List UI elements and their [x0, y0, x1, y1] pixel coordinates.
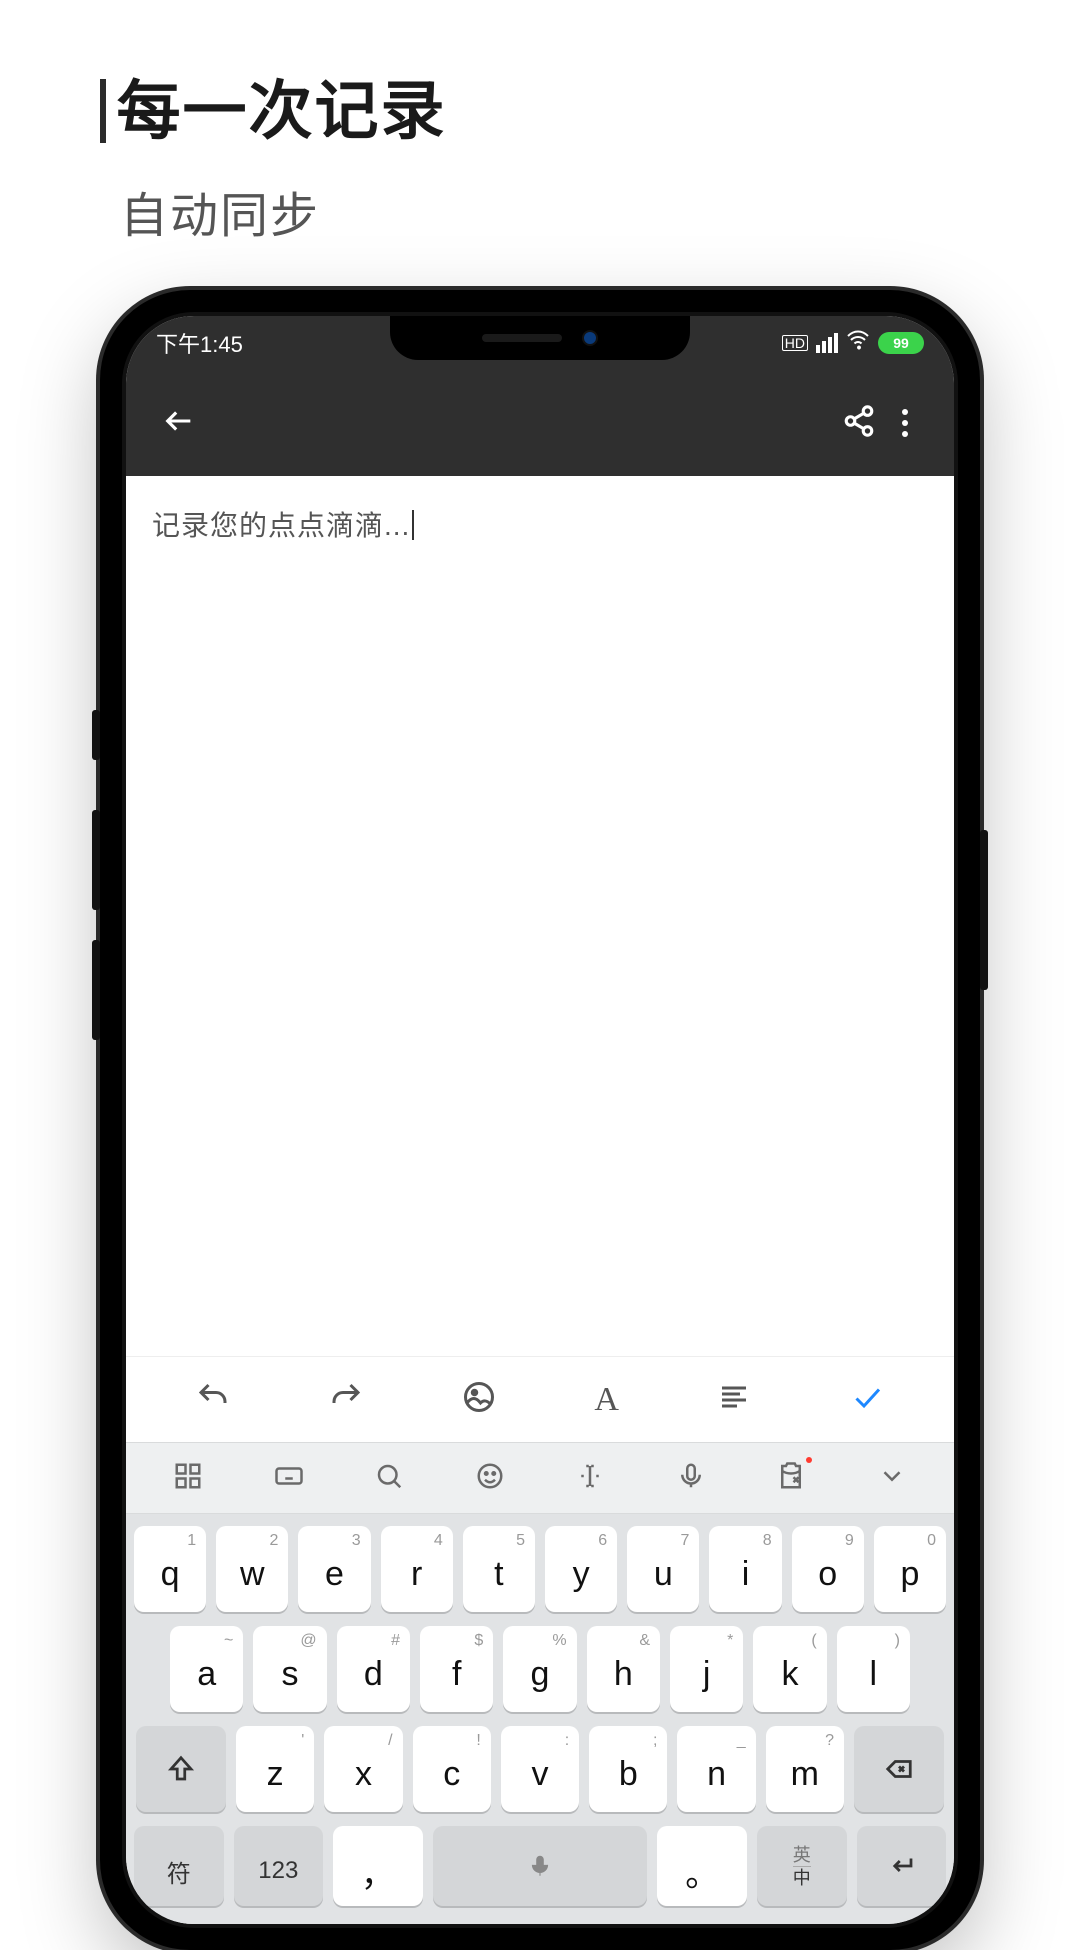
ime-keyboard-button[interactable] — [274, 1461, 304, 1496]
volume-down-button — [92, 940, 100, 1040]
enter-key[interactable] — [857, 1826, 947, 1906]
headline-title: 每一次记录 — [116, 75, 446, 147]
key-a[interactable]: ~a — [170, 1626, 243, 1712]
key-g[interactable]: %g — [503, 1626, 576, 1712]
headline-subtitle: 自动同步 — [120, 176, 446, 246]
silence-switch — [92, 710, 100, 760]
accent-bar — [100, 79, 106, 143]
ime-search-button[interactable] — [374, 1461, 404, 1496]
key-m[interactable]: ?m — [766, 1726, 844, 1812]
volume-up-button — [92, 810, 100, 910]
key-e[interactable]: 3e — [298, 1526, 370, 1612]
key-b[interactable]: ;b — [589, 1726, 667, 1812]
insert-image-button[interactable] — [461, 1379, 497, 1420]
align-button[interactable] — [716, 1379, 752, 1420]
key-n[interactable]: _n — [677, 1726, 755, 1812]
hd-indicator: HD — [782, 335, 808, 351]
undo-button[interactable] — [195, 1379, 231, 1420]
key-s[interactable]: @s — [253, 1626, 326, 1712]
power-button — [980, 830, 988, 990]
numbers-key[interactable]: 123 — [234, 1826, 324, 1906]
space-key[interactable] — [433, 1826, 648, 1906]
key-c[interactable]: !c — [413, 1726, 491, 1812]
back-button[interactable] — [162, 404, 196, 443]
editor-placeholder: 记录您的点点滴滴... — [152, 510, 410, 541]
comma-key[interactable]: ， — [333, 1826, 423, 1906]
notch — [390, 316, 690, 360]
key-p[interactable]: 0p — [874, 1526, 946, 1612]
key-h[interactable]: &h — [587, 1626, 660, 1712]
key-y[interactable]: 6y — [545, 1526, 617, 1612]
key-x[interactable]: /x — [324, 1726, 402, 1812]
key-k[interactable]: (k — [753, 1626, 826, 1712]
more-button[interactable] — [892, 409, 918, 437]
backspace-key[interactable] — [854, 1726, 944, 1812]
text-style-button[interactable]: A — [594, 1381, 619, 1419]
language-key[interactable]: 英中 — [757, 1826, 847, 1906]
phone-frame: 下午1:45 HD 99 — [100, 290, 980, 1950]
key-r[interactable]: 4r — [381, 1526, 453, 1612]
signal-icon — [816, 333, 838, 353]
keyboard-row-1: 1q2w3e4r5t6y7u8i9o0p — [134, 1526, 946, 1612]
key-t[interactable]: 5t — [463, 1526, 535, 1612]
key-u[interactable]: 7u — [627, 1526, 699, 1612]
key-f[interactable]: $f — [420, 1626, 493, 1712]
share-button[interactable] — [842, 404, 876, 443]
period-key[interactable]: 。 — [657, 1826, 747, 1906]
ime-toolbar — [126, 1442, 954, 1514]
app-bar — [126, 370, 954, 476]
ime-cursor-button[interactable] — [575, 1461, 605, 1496]
key-w[interactable]: 2w — [216, 1526, 288, 1612]
key-j[interactable]: *j — [670, 1626, 743, 1712]
note-editor[interactable]: 记录您的点点滴滴... — [126, 476, 954, 1356]
key-d[interactable]: #d — [337, 1626, 410, 1712]
key-o[interactable]: 9o — [792, 1526, 864, 1612]
key-z[interactable]: 'z — [236, 1726, 314, 1812]
ime-grid-button[interactable] — [173, 1461, 203, 1496]
symbols-key[interactable]: 符 — [134, 1826, 224, 1906]
formatting-toolbar: A — [126, 1356, 954, 1442]
marketing-headline: 每一次记录 自动同步 — [100, 60, 446, 246]
status-time: 下午1:45 — [156, 327, 243, 359]
ime-emoji-button[interactable] — [475, 1461, 505, 1496]
key-v[interactable]: :v — [501, 1726, 579, 1812]
done-button[interactable] — [849, 1379, 885, 1420]
key-l[interactable]: )l — [837, 1626, 910, 1712]
wifi-icon — [846, 328, 870, 358]
key-i[interactable]: 8i — [709, 1526, 781, 1612]
battery-indicator: 99 — [878, 332, 924, 354]
phone-screen: 下午1:45 HD 99 — [126, 316, 954, 1924]
key-q[interactable]: 1q — [134, 1526, 206, 1612]
redo-button[interactable] — [328, 1379, 364, 1420]
keyboard-row-4: 符 123 ， 。 英中 — [134, 1826, 946, 1906]
keyboard-row-3: 'z/x!c:v;b_n?m — [134, 1726, 946, 1812]
shift-key[interactable] — [136, 1726, 226, 1812]
soft-keyboard: 1q2w3e4r5t6y7u8i9o0p ~a@s#d$f%g&h*j(k)l … — [126, 1514, 954, 1924]
keyboard-row-2: ~a@s#d$f%g&h*j(k)l — [134, 1626, 946, 1712]
ime-clipboard-button[interactable] — [776, 1461, 806, 1496]
ime-voice-button[interactable] — [676, 1461, 706, 1496]
ime-collapse-button[interactable] — [877, 1461, 907, 1496]
text-cursor — [412, 510, 414, 540]
